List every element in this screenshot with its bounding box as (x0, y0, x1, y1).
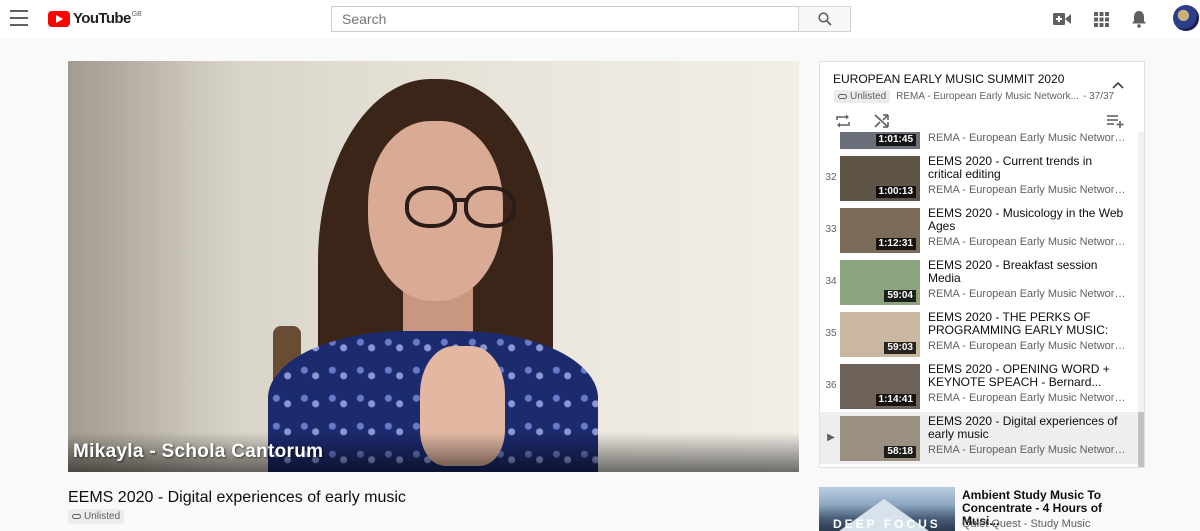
playlist-item-index: 36 (825, 380, 837, 391)
video-frame-glasses-right (464, 186, 516, 228)
playlist-item-thumbnail[interactable]: 1:14:41 (840, 364, 920, 409)
playlist-panel: EUROPEAN EARLY MUSIC SUMMIT 2020 Unliste… (819, 61, 1145, 468)
playlist-item-duration: 1:01:45 (875, 134, 916, 146)
playlist-item[interactable]: 1:01:45 REMA - European Early Music Netwo… (820, 132, 1138, 152)
link-icon (838, 94, 847, 99)
playlist-item-channel[interactable]: REMA - European Early Music Network / ..… (928, 288, 1128, 300)
speaker-caption: Mikayla - Schola Cantorum (73, 441, 324, 462)
create-video-icon[interactable] (1053, 10, 1071, 28)
playlist-item-channel[interactable]: REMA - European Early Music Network / ..… (928, 444, 1128, 456)
video-title: EEMS 2020 - Digital experiences of early… (68, 489, 406, 506)
unlisted-badge: Unlisted (68, 509, 125, 524)
playlist-item-index: ▶ (827, 432, 835, 443)
playlist-item-index: 32 (825, 172, 837, 183)
playlist-scrollbar[interactable] (1138, 132, 1144, 467)
video-player[interactable]: Mikayla - Schola Cantorum (68, 61, 799, 472)
playlist-item[interactable]: 33 1:12:31 EEMS 2020 - Musicology in the W… (820, 204, 1138, 256)
apps-grid-icon[interactable] (1092, 10, 1110, 28)
playlist-owner[interactable]: REMA - European Early Music Network... (896, 91, 1079, 102)
playlist-item-index: 35 (825, 328, 837, 339)
playlist-item-title[interactable]: EEMS 2020 - Current trends in critical e… (928, 155, 1128, 181)
playlist-item[interactable]: ▶ 58:18 EEMS 2020 - Digital experiences of… (820, 412, 1138, 464)
unlisted-label: Unlisted (84, 511, 121, 522)
playlist-item-duration: 1:00:13 (875, 186, 916, 198)
thumbnail-label: DEEP FOCUS (833, 517, 941, 531)
playlist-position: - 37/37 (1082, 91, 1115, 102)
playlist-title[interactable]: EUROPEAN EARLY MUSIC SUMMIT 2020 (833, 72, 1064, 86)
video-frame-wall (68, 61, 238, 472)
playlist-item-duration: 59:03 (884, 342, 916, 354)
video-frame-glasses-bridge (454, 198, 466, 202)
add-to-playlist-icon[interactable] (1107, 112, 1125, 130)
playlist-item-channel[interactable]: REMA - European Early Music Network / ..… (928, 132, 1128, 144)
shuffle-icon[interactable] (873, 112, 891, 130)
playlist-unlisted-label: Unlisted (850, 91, 887, 102)
playlist-header: EUROPEAN EARLY MUSIC SUMMIT 2020 Unliste… (820, 62, 1144, 138)
playlist-item-channel[interactable]: REMA - European Early Music Network / ..… (928, 392, 1128, 404)
playlist-item-thumbnail[interactable]: 1:00:13 (840, 156, 920, 201)
avatar[interactable] (1173, 5, 1199, 31)
logo-text: YouTube (73, 10, 131, 27)
youtube-logo[interactable]: YouTube GB (48, 10, 142, 27)
speaker-caption-bar: Mikayla - Schola Cantorum (68, 432, 799, 472)
playlist-item-index: 33 (825, 224, 837, 235)
recommended-thumbnail[interactable]: DEEP FOCUS (819, 487, 955, 531)
playlist-item[interactable]: 34 59:04 EEMS 2020 - Breakfast session Med… (820, 256, 1138, 308)
loop-icon[interactable] (834, 112, 852, 130)
menu-icon[interactable] (10, 10, 28, 26)
playlist-item-channel[interactable]: REMA - European Early Music Network / ..… (928, 236, 1128, 248)
playlist-item[interactable]: 35 59:03 EEMS 2020 - THE PERKS OF PROGRAMM… (820, 308, 1138, 360)
playlist-item-title[interactable]: EEMS 2020 - OPENING WORD + KEYNOTE SPEAC… (928, 363, 1128, 389)
playlist-item-channel[interactable]: REMA - European Early Music Network / ..… (928, 184, 1128, 196)
link-icon (72, 514, 81, 519)
search-input[interactable] (331, 6, 799, 32)
playlist-item-title[interactable]: EEMS 2020 - THE PERKS OF PROGRAMMING EAR… (928, 311, 1128, 337)
playlist-item-thumbnail[interactable]: 1:01:45 (840, 132, 920, 149)
bell-icon[interactable] (1130, 10, 1148, 28)
playlist-item-duration: 1:12:31 (875, 238, 916, 250)
playlist-item-thumbnail[interactable]: 59:03 (840, 312, 920, 357)
playlist-item-duration: 1:14:41 (875, 394, 916, 406)
playlist-item[interactable]: 36 1:14:41 EEMS 2020 - OPENING WORD + KEYN… (820, 360, 1138, 412)
playlist-meta: Unlisted REMA - European Early Music Net… (834, 90, 1114, 103)
playlist-item-title[interactable]: EEMS 2020 - Breakfast session Media (928, 259, 1128, 285)
playlist-item-thumbnail[interactable]: 1:12:31 (840, 208, 920, 253)
playlist-unlisted-badge: Unlisted (834, 90, 891, 103)
playlist-item-title[interactable]: EEMS 2020 - Musicology in the Web Ages (928, 207, 1128, 233)
video-frame-glasses-left (405, 186, 457, 228)
search-icon (817, 12, 832, 26)
playlist-item-title[interactable]: EEMS 2020 - Digital experiences of early… (928, 415, 1128, 441)
playlist-item-thumbnail[interactable]: 58:18 (840, 416, 920, 461)
playlist-item-duration: 59:04 (884, 290, 916, 302)
playlist-item-index: 34 (825, 276, 837, 287)
youtube-play-icon (48, 10, 70, 27)
playlist-item-channel[interactable]: REMA - European Early Music Network / ..… (928, 340, 1128, 352)
playlist-items: 1:01:45 REMA - European Early Music Netwo… (820, 132, 1138, 467)
playlist-scroll-thumb[interactable] (1138, 412, 1144, 467)
logo-country: GB (131, 11, 142, 18)
playlist-item[interactable]: 32 1:00:13 EEMS 2020 - Current trends in c… (820, 152, 1138, 204)
top-bar: YouTube GB (0, 0, 1200, 38)
search-button[interactable] (798, 6, 851, 32)
playlist-item-thumbnail[interactable]: 59:04 (840, 260, 920, 305)
recommended-channel[interactable]: Quiet Quest - Study Music (962, 518, 1090, 530)
recommended-video[interactable]: DEEP FOCUS Ambient Study Music To Concen… (819, 487, 1145, 531)
playlist-item-duration: 58:18 (884, 446, 916, 458)
